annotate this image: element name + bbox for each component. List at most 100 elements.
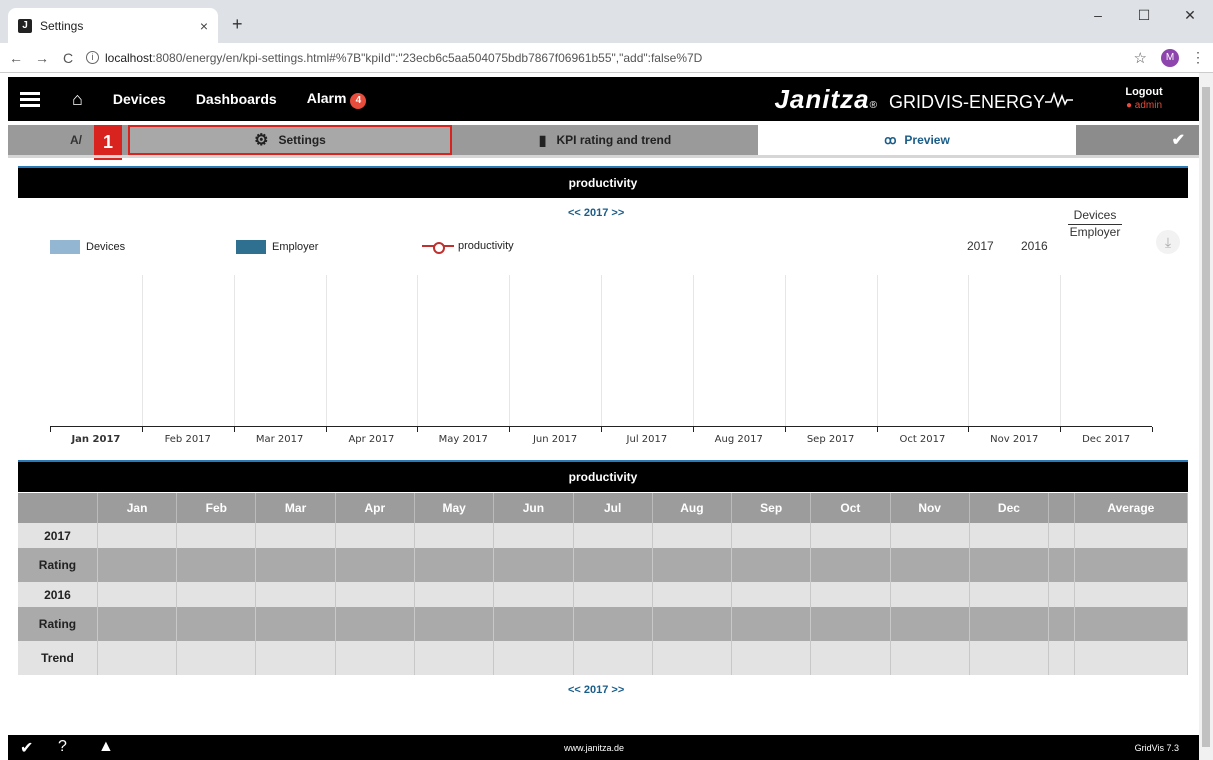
x-tick bbox=[509, 427, 511, 432]
current-user: ● admin bbox=[1109, 99, 1179, 113]
x-tick bbox=[601, 427, 602, 432]
browser-tab[interactable]: J Settings × bbox=[8, 8, 218, 43]
table-year-nav[interactable]: << 2017 >> bbox=[568, 684, 624, 696]
x-tick-label: Mar 2017 bbox=[255, 434, 304, 445]
gridline bbox=[141, 275, 143, 426]
table-cell bbox=[652, 582, 733, 607]
tab-preview[interactable]: ꝏ Preview bbox=[758, 125, 1076, 155]
legend-devices-swatch bbox=[50, 240, 80, 254]
hamburger-menu-icon[interactable] bbox=[20, 89, 40, 110]
minimize-icon[interactable]: – bbox=[1075, 0, 1121, 30]
x-tick-label: Jun 2017 bbox=[532, 434, 578, 445]
back-icon[interactable]: ← bbox=[6, 50, 26, 66]
new-tab-icon[interactable]: + bbox=[232, 14, 243, 35]
table-cell bbox=[335, 523, 415, 548]
table-cell bbox=[335, 548, 415, 582]
table-cell bbox=[731, 523, 812, 548]
tab-kpi-rating[interactable]: ▮ KPI rating and trend bbox=[452, 125, 758, 155]
x-tick bbox=[325, 427, 327, 432]
table-cell bbox=[1074, 641, 1189, 675]
selector-employer[interactable]: Employer bbox=[1068, 225, 1122, 239]
help-icon[interactable]: ? bbox=[58, 738, 67, 756]
table-cell bbox=[255, 523, 336, 548]
legend-devices-label: Devices bbox=[86, 241, 126, 253]
column-header: Mar bbox=[255, 493, 336, 523]
site-info-icon[interactable]: i bbox=[86, 51, 99, 64]
table-cell bbox=[969, 607, 1050, 641]
menu-alarm[interactable]: Alarm 4 bbox=[307, 90, 367, 109]
table-cell bbox=[652, 641, 733, 675]
address-bar: ← → C i localhost:8080/energy/en/kpi-set… bbox=[0, 43, 1213, 73]
janitza-favicon-icon: J bbox=[18, 18, 32, 33]
table-header: productivity bbox=[18, 460, 1188, 492]
chart-year-nav[interactable]: << 2017 >> bbox=[568, 207, 624, 219]
profile-avatar[interactable]: M bbox=[1161, 48, 1179, 67]
kpi-table: Jan Feb Mar Apr May Jun Jul Aug Sep Oct Nov Dec Aver… bbox=[18, 493, 1189, 675]
logout-button[interactable]: Logout ● admin bbox=[1109, 85, 1179, 113]
tab-settings[interactable]: ⚙ Settings bbox=[128, 125, 452, 155]
row-label: Rating bbox=[18, 548, 98, 582]
menu-dashboards[interactable]: Dashboards bbox=[196, 91, 277, 107]
table-row: 2016 bbox=[18, 582, 1189, 607]
table-row: Trend bbox=[18, 641, 1189, 675]
column-header: Average bbox=[1074, 493, 1189, 523]
reload-icon[interactable]: C bbox=[58, 50, 78, 66]
x-tick bbox=[50, 427, 51, 432]
table-cell bbox=[414, 523, 495, 548]
close-tab-icon[interactable]: × bbox=[200, 18, 208, 34]
page-scrollbar[interactable] bbox=[1199, 73, 1213, 760]
selector-devices[interactable]: Devices bbox=[1068, 208, 1122, 225]
menu-devices[interactable]: Devices bbox=[113, 91, 166, 107]
chart-header: productivity bbox=[18, 166, 1188, 198]
check-icon[interactable]: ✔ bbox=[20, 738, 33, 758]
download-icon[interactable]: ⤓ bbox=[1156, 230, 1180, 254]
url-path: :8080/energy/en/kpi-settings.html#%7B"kp… bbox=[152, 50, 703, 65]
series-selector[interactable]: Devices Employer bbox=[1068, 208, 1122, 239]
tab-settings-label: Settings bbox=[278, 133, 326, 147]
bookmark-star-icon[interactable]: ☆ bbox=[1134, 49, 1147, 67]
legend-devices[interactable]: Devices bbox=[50, 240, 125, 254]
column-header: May bbox=[414, 493, 495, 523]
divider bbox=[8, 155, 1199, 158]
table-cell bbox=[493, 523, 574, 548]
browser-menu-icon[interactable]: ⋮ bbox=[1191, 49, 1205, 66]
table-cell bbox=[176, 641, 257, 675]
table-cell bbox=[1074, 582, 1189, 607]
user-icon: ● bbox=[1125, 100, 1132, 111]
app-footer: ✔ ? ▲ www.janitza.de GridVis 7.3 bbox=[8, 735, 1199, 760]
footer-site-link[interactable]: www.janitza.de bbox=[564, 743, 624, 753]
maximize-icon[interactable]: ☐ bbox=[1121, 0, 1167, 30]
table-cell bbox=[573, 582, 653, 607]
close-window-icon[interactable]: ✕ bbox=[1167, 0, 1213, 30]
legend-employer[interactable]: Employer bbox=[236, 240, 318, 254]
legend-productivity-label: productivity bbox=[458, 240, 514, 252]
traffic-light-icon: ▮ bbox=[538, 131, 547, 148]
column-header: Aug bbox=[652, 493, 733, 523]
table-cell bbox=[493, 641, 574, 675]
year-2016-toggle[interactable]: 2016 bbox=[1021, 239, 1048, 253]
confirm-check-icon[interactable]: ✔ bbox=[1076, 125, 1199, 155]
app-header: ⌂ Devices Dashboards Alarm 4 Janitza ® GRI… bbox=[8, 77, 1199, 121]
table-cell bbox=[573, 641, 653, 675]
table-cell bbox=[1048, 582, 1075, 607]
x-tick-label: Feb 2017 bbox=[164, 434, 211, 445]
legend-productivity[interactable]: productivity bbox=[422, 240, 514, 254]
gridline bbox=[325, 275, 327, 426]
brand-logo: Janitza ® GRIDVIS-ENERGY bbox=[774, 84, 1073, 115]
table-cell bbox=[969, 548, 1050, 582]
home-icon[interactable]: ⌂ bbox=[72, 89, 83, 110]
table-cell bbox=[731, 641, 812, 675]
year-2017-toggle[interactable]: 2017 bbox=[967, 239, 994, 253]
url-field[interactable]: i localhost:8080/energy/en/kpi-settings.… bbox=[86, 51, 1134, 65]
chart-plot-area bbox=[50, 275, 1152, 427]
table-cell bbox=[176, 582, 257, 607]
x-tick-label: Apr 2017 bbox=[348, 434, 395, 445]
scrollbar-thumb[interactable] bbox=[1202, 87, 1210, 747]
x-tick bbox=[141, 427, 143, 432]
table-cell bbox=[1048, 548, 1075, 582]
table-cell bbox=[731, 607, 812, 641]
graduation-cap-icon[interactable]: ▲ bbox=[98, 738, 114, 756]
forward-icon[interactable]: → bbox=[32, 50, 52, 66]
gridline bbox=[784, 275, 786, 426]
x-tick bbox=[784, 427, 786, 432]
